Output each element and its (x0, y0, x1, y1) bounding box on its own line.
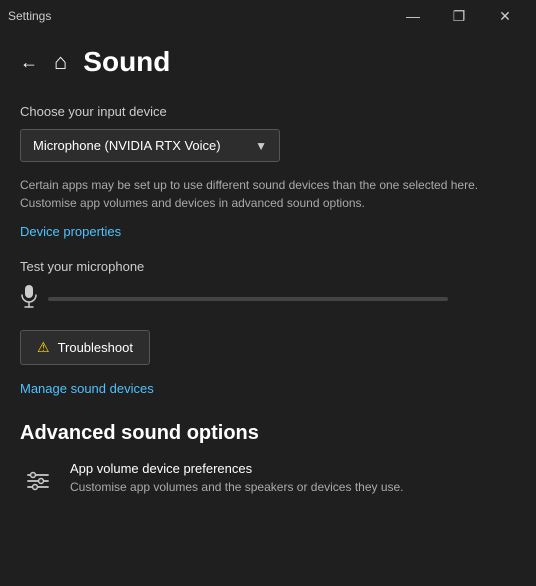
close-button[interactable]: ✕ (482, 0, 528, 32)
title-bar-title: Settings (8, 9, 51, 23)
device-properties-link[interactable]: Device properties (20, 224, 121, 239)
microphone-row (20, 284, 516, 314)
microphone-level-bar (48, 297, 448, 301)
app-volume-item[interactable]: App volume device preferences Customise … (20, 461, 516, 499)
input-device-label: Choose your input device (20, 104, 516, 119)
app-volume-desc: Customise app volumes and the speakers o… (70, 479, 404, 496)
maximize-button[interactable]: ❐ (436, 0, 482, 32)
app-volume-icon (20, 463, 56, 499)
back-arrow-icon: ← (20, 52, 38, 73)
test-microphone-label: Test your microphone (20, 259, 516, 274)
input-device-selected: Microphone (NVIDIA RTX Voice) (33, 138, 221, 153)
troubleshoot-button[interactable]: ⚠ Troubleshoot (20, 330, 150, 365)
app-volume-title: App volume device preferences (70, 461, 404, 476)
minimize-button[interactable]: — (390, 0, 436, 32)
dropdown-arrow-icon: ▼ (255, 139, 267, 153)
title-bar: Settings — ❐ ✕ (0, 0, 536, 32)
warning-icon: ⚠ (37, 339, 50, 356)
input-device-section: Choose your input device Microphone (NVI… (20, 104, 516, 162)
manage-sound-devices-link[interactable]: Manage sound devices (20, 381, 154, 396)
home-icon: ⌂ (54, 49, 67, 75)
troubleshoot-label: Troubleshoot (58, 340, 133, 355)
page-header: ← ⌂ Sound (0, 32, 536, 92)
advanced-section-title: Advanced sound options (20, 422, 516, 445)
input-device-dropdown[interactable]: Microphone (NVIDIA RTX Voice) ▼ (20, 129, 280, 162)
main-content: Choose your input device Microphone (NVI… (0, 92, 536, 578)
microphone-icon (20, 284, 38, 314)
title-bar-controls: — ❐ ✕ (390, 0, 528, 32)
page-title: Sound (83, 46, 170, 78)
title-bar-left: Settings (8, 9, 51, 23)
app-volume-text: App volume device preferences Customise … (70, 461, 404, 496)
info-text: Certain apps may be set up to use differ… (20, 176, 510, 212)
back-button[interactable]: ← (20, 52, 38, 73)
